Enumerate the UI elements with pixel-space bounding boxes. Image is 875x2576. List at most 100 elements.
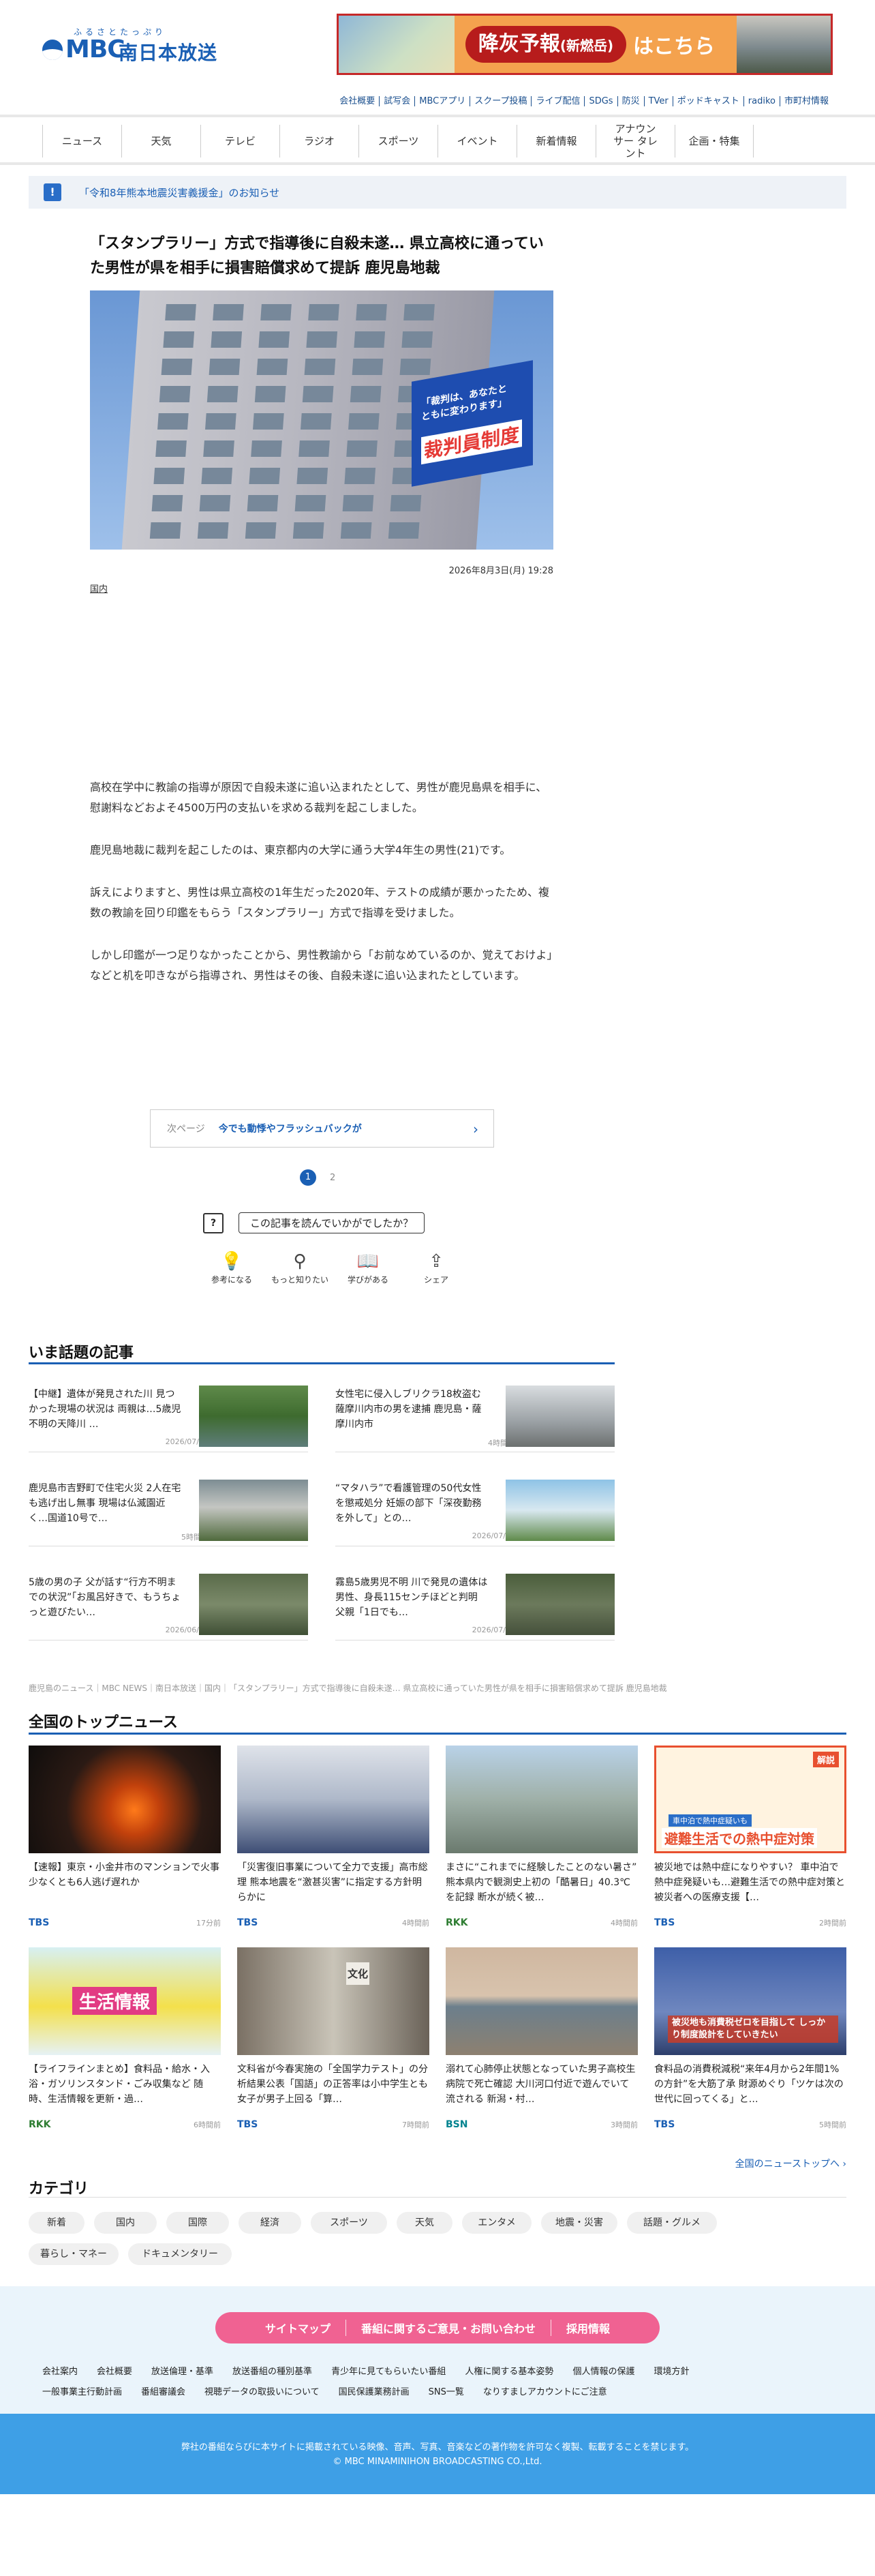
next-page-label: 次ページ [167, 1124, 205, 1135]
footer-contact-link[interactable]: 番組に関するご意見・お問い合わせ [345, 2320, 551, 2336]
article-paragraph: 訴えによりますと、男性は県立高校の1年生だった2020年、テストの成績が悪かった… [90, 886, 549, 919]
ashfall-forecast-banner[interactable]: 降灰予報(新燃岳) はこちら [337, 14, 833, 75]
footer-link[interactable]: 放送番組の種別基準 [232, 2367, 312, 2377]
page-1[interactable]: 1 [300, 1169, 316, 1186]
news-card-date: 6時間前 [194, 2121, 221, 2129]
util-link[interactable]: 市町村情報 [779, 96, 833, 106]
util-link[interactable]: ポッドキャスト [672, 96, 743, 106]
pagination: 1 2 [300, 1169, 335, 1186]
footer-recruit-link[interactable]: 採用情報 [551, 2320, 625, 2336]
building-window [253, 413, 284, 430]
footer-sitemap-link[interactable]: サイトマップ [250, 2320, 346, 2336]
news-card[interactable]: 生活情報 【ライフラインまとめ】食料品・給水・入浴・ガソリンスタンド・ごみ収集な… [29, 1947, 221, 2130]
category-chip[interactable]: 暮らし・マネー [29, 2243, 119, 2265]
footer-link[interactable]: SNS一覧 [429, 2387, 464, 2397]
logo-mbc: MBC [42, 35, 125, 63]
categories-divider [29, 2197, 846, 2198]
util-link[interactable]: スクープ投稿 [470, 96, 532, 106]
reaction-helpful[interactable]: 💡 参考になる [198, 1249, 266, 1285]
building-window [403, 304, 435, 320]
popular-item-title: 5歳の男の子 父が話す“行方不明までの状況”「お風呂好きで、もうちょっと遊びたい… [29, 1577, 181, 1618]
news-card[interactable]: まさに“これまでに経験したことのない暑さ” 熊本県内で観測史上初の「酷暑日」40… [446, 1746, 638, 1928]
reaction-want-more[interactable]: ⚲ もっと知りたい [266, 1249, 334, 1285]
news-card[interactable]: 溺れて心肺停止状態となっていた男子高校生 病院で死亡確認 大川河口付近で遊んでい… [446, 1947, 638, 2130]
category-chip[interactable]: 新着 [29, 2212, 85, 2234]
building-window [350, 386, 382, 402]
footer-link[interactable]: 会社案内 [42, 2367, 78, 2377]
category-chip[interactable]: 経済 [239, 2212, 301, 2234]
util-link[interactable]: ライブ配信 [531, 96, 585, 106]
footer-link[interactable]: 青少年に見てもらいたい番組 [331, 2367, 446, 2377]
notice-text: 「令和8年熊本地震災害義援金」のお知らせ [79, 186, 280, 199]
reaction-share[interactable]: ⇪ シェア [402, 1249, 470, 1285]
footer-copyright-notice: 弊社の番組ならびに本サイトに掲載されている映像、音声、写真、音楽などの著作物を許… [181, 2442, 694, 2453]
category-chip[interactable]: 話題・グルメ [627, 2212, 717, 2234]
thumb-badge: 解説 [812, 1752, 839, 1767]
popular-item[interactable]: “マタハラ”で看護管理の50代女性を懲戒処分 妊娠の部下「深夜勤務を外して」との… [335, 1474, 615, 1546]
footer-link[interactable]: 環境方針 [654, 2367, 689, 2377]
category-chip[interactable]: 国内 [94, 2212, 157, 2234]
nav-item-weather[interactable]: 天気 [121, 125, 200, 158]
article-category-link[interactable]: 国内 [90, 582, 108, 595]
news-card[interactable]: 【速報】東京・小金井市のマンションで火事 少なくとも6人逃げ遅れか TBS 17… [29, 1746, 221, 1928]
news-card-date: 2時間前 [819, 1919, 846, 1928]
reaction-learned[interactable]: 📖 学びがある [334, 1249, 402, 1285]
notice-bar[interactable]: ! 「令和8年熊本地震災害義援金」のお知らせ [29, 176, 846, 209]
util-link[interactable]: 会社概要 [335, 96, 379, 106]
top-news-more-link[interactable]: 全国のニューストップへ › [735, 2157, 846, 2170]
breadcrumb[interactable]: 鹿児島のニュース｜MBC NEWS｜南日本放送｜国内｜「スタンプラリー」方式で指… [29, 1682, 667, 1694]
popular-item-date: 2026/07/16 [472, 1531, 515, 1540]
util-link[interactable]: radiko [743, 96, 780, 106]
category-chip[interactable]: スポーツ [311, 2212, 387, 2234]
category-chip[interactable]: ドキュメンタリー [128, 2243, 232, 2265]
survey-icon: ? [203, 1212, 224, 1233]
footer-link[interactable]: 視聴データの取扱いについて [204, 2387, 320, 2397]
category-chip[interactable]: 国際 [166, 2212, 229, 2234]
footer-link[interactable]: なりすましアカウントにご注意 [483, 2387, 607, 2397]
page-2[interactable]: 2 [330, 1173, 335, 1183]
sign-title: 裁判員制度 [421, 419, 523, 465]
next-page-button[interactable]: 次ページ 今でも動悸やフラッシュバックが › [150, 1109, 494, 1148]
popular-item[interactable]: 霧島5歳男児不明 川で発見の遺体は男性、身長115センチほどと判明 父親「1日で… [335, 1568, 615, 1641]
top-news-section-title: 全国のトップニュース [29, 1714, 178, 1731]
nav-item-features[interactable]: 企画・特集 [675, 125, 754, 158]
footer-link[interactable]: 会社概要 [97, 2367, 132, 2377]
popular-item[interactable]: 鹿児島市吉野町で住宅火災 2人在宅も逃げ出し無事 現場は仏滅園近く…国道10号で… [29, 1474, 308, 1546]
footer-copyright: © MBC MINAMINIHON BROADCASTING CO.,Ltd. [333, 2457, 542, 2467]
news-card[interactable]: 被災地も消費税ゼロを目指して しっかり制度設計をしていきたい 食料品の消費税減税… [654, 1947, 846, 2130]
news-card-title: 「災害復旧事業について全力で支援」高市総理 熊本地震を“激甚災害”に指定する方針… [237, 1862, 428, 1903]
popular-item[interactable]: 女性宅に侵入しブリクラ18枚盗む 薩摩川内市の男を逮捕 鹿児島・薩摩川内市 4時… [335, 1380, 615, 1452]
util-link[interactable]: 試写会 [379, 96, 415, 106]
nav-item-whats-new[interactable]: 新着情報 [517, 125, 596, 158]
util-link[interactable]: 防災 [617, 96, 644, 106]
nav-item-sports[interactable]: スポーツ [358, 125, 438, 158]
category-chip[interactable]: エンタメ [462, 2212, 532, 2234]
footer-link[interactable]: 人権に関する基本姿勢 [465, 2367, 553, 2377]
nav-item-radio[interactable]: ラジオ [279, 125, 358, 158]
category-chip[interactable]: 天気 [397, 2212, 452, 2234]
util-link[interactable]: MBCアプリ [414, 96, 470, 106]
nav-item-announcers[interactable]: アナウンサー タレント [596, 123, 675, 160]
nav-item-events[interactable]: イベント [438, 125, 517, 158]
util-link[interactable]: SDGs [584, 96, 617, 106]
footer-link[interactable]: 国民保護業務計画 [339, 2387, 410, 2397]
news-card[interactable]: 「災害復旧事業について全力で支援」高市総理 熊本地震を“激甚災害”に指定する方針… [237, 1746, 429, 1928]
nav-item-news[interactable]: ニュース [42, 125, 121, 158]
news-card-title: 文科省が今春実施の「全国学力テスト」の分析結果公表「国語」の正答率は小中学生とも… [237, 2064, 428, 2105]
footer-link[interactable]: 個人情報の保護 [572, 2367, 634, 2377]
popular-underline [29, 1362, 615, 1364]
article-paragraph: しかし印鑑が一つ足りなかったことから、男性教諭から「お前なめているのか、覚えてお… [90, 948, 553, 982]
util-link[interactable]: TVer [643, 96, 673, 106]
popular-item[interactable]: 【中継】遺体が発見された川 見つかった現場の状況は 両親は…5歳児不明の天降川 … [29, 1380, 308, 1452]
category-chip[interactable]: 地震・災害 [541, 2212, 617, 2234]
site-logo[interactable]: ふるさとたっぷり MBC 南日本放送 [42, 26, 219, 64]
news-card[interactable]: 解説 車中泊で熱中症疑いも 避難生活での熱中症対策 被災地では熱中症になりやすい… [654, 1746, 846, 1928]
news-card-source: TBS [237, 1917, 258, 1928]
footer-link[interactable]: 番組審議会 [141, 2387, 185, 2397]
nav-item-tv[interactable]: テレビ [200, 125, 279, 158]
footer-link[interactable]: 放送倫理・基準 [151, 2367, 213, 2377]
banner-pill: 降灰予報(新燃岳) [465, 26, 626, 63]
footer-link[interactable]: 一般事業主行動計画 [42, 2387, 122, 2397]
news-card[interactable]: 文化 文科省が今春実施の「全国学力テスト」の分析結果公表「国語」の正答率は小中学… [237, 1947, 429, 2130]
popular-item[interactable]: 5歳の男の子 父が話す“行方不明までの状況”「お風呂好きで、もうちょっと遊びたい… [29, 1568, 308, 1641]
